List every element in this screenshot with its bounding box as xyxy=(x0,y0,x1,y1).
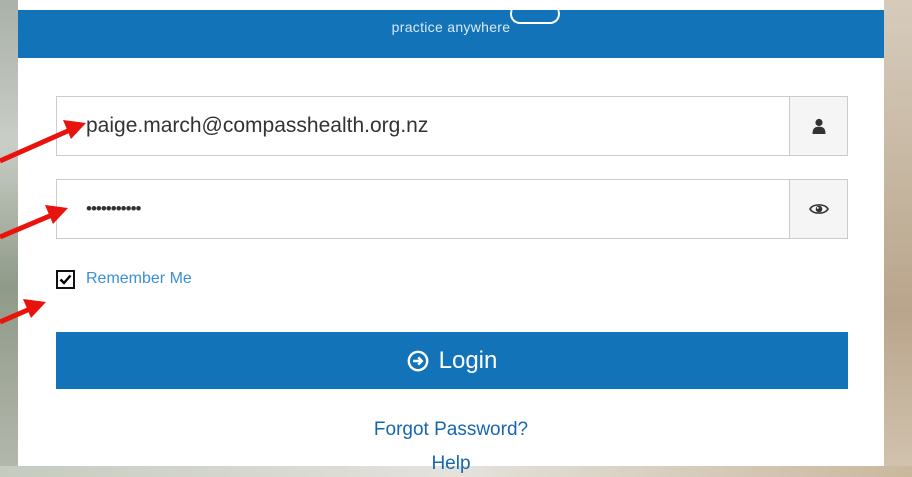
remember-checkbox[interactable] xyxy=(56,269,75,289)
background-left xyxy=(0,0,18,477)
help-link[interactable]: Help xyxy=(18,453,884,475)
background-right xyxy=(884,0,912,477)
password-field xyxy=(56,179,848,239)
remember-me: Remember Me xyxy=(56,266,192,292)
eye-icon xyxy=(808,204,829,214)
password-input[interactable] xyxy=(57,180,791,238)
user-icon xyxy=(812,118,825,134)
tagline: practice anywhere xyxy=(391,19,511,35)
login-card: practice anywhere Remember Me xyxy=(18,0,884,474)
login-label: Login xyxy=(438,346,498,374)
forgot-password-link[interactable]: Forgot Password? xyxy=(18,419,884,441)
password-toggle[interactable] xyxy=(789,180,847,238)
checkmark-icon xyxy=(59,274,72,285)
login-button[interactable]: Login xyxy=(56,332,848,389)
username-field xyxy=(56,96,848,156)
circle-arrow-right-icon xyxy=(407,350,429,372)
brand-header: practice anywhere xyxy=(18,4,884,58)
username-input[interactable] xyxy=(57,97,791,155)
username-addon xyxy=(789,97,847,155)
remember-label[interactable]: Remember Me xyxy=(86,270,192,288)
